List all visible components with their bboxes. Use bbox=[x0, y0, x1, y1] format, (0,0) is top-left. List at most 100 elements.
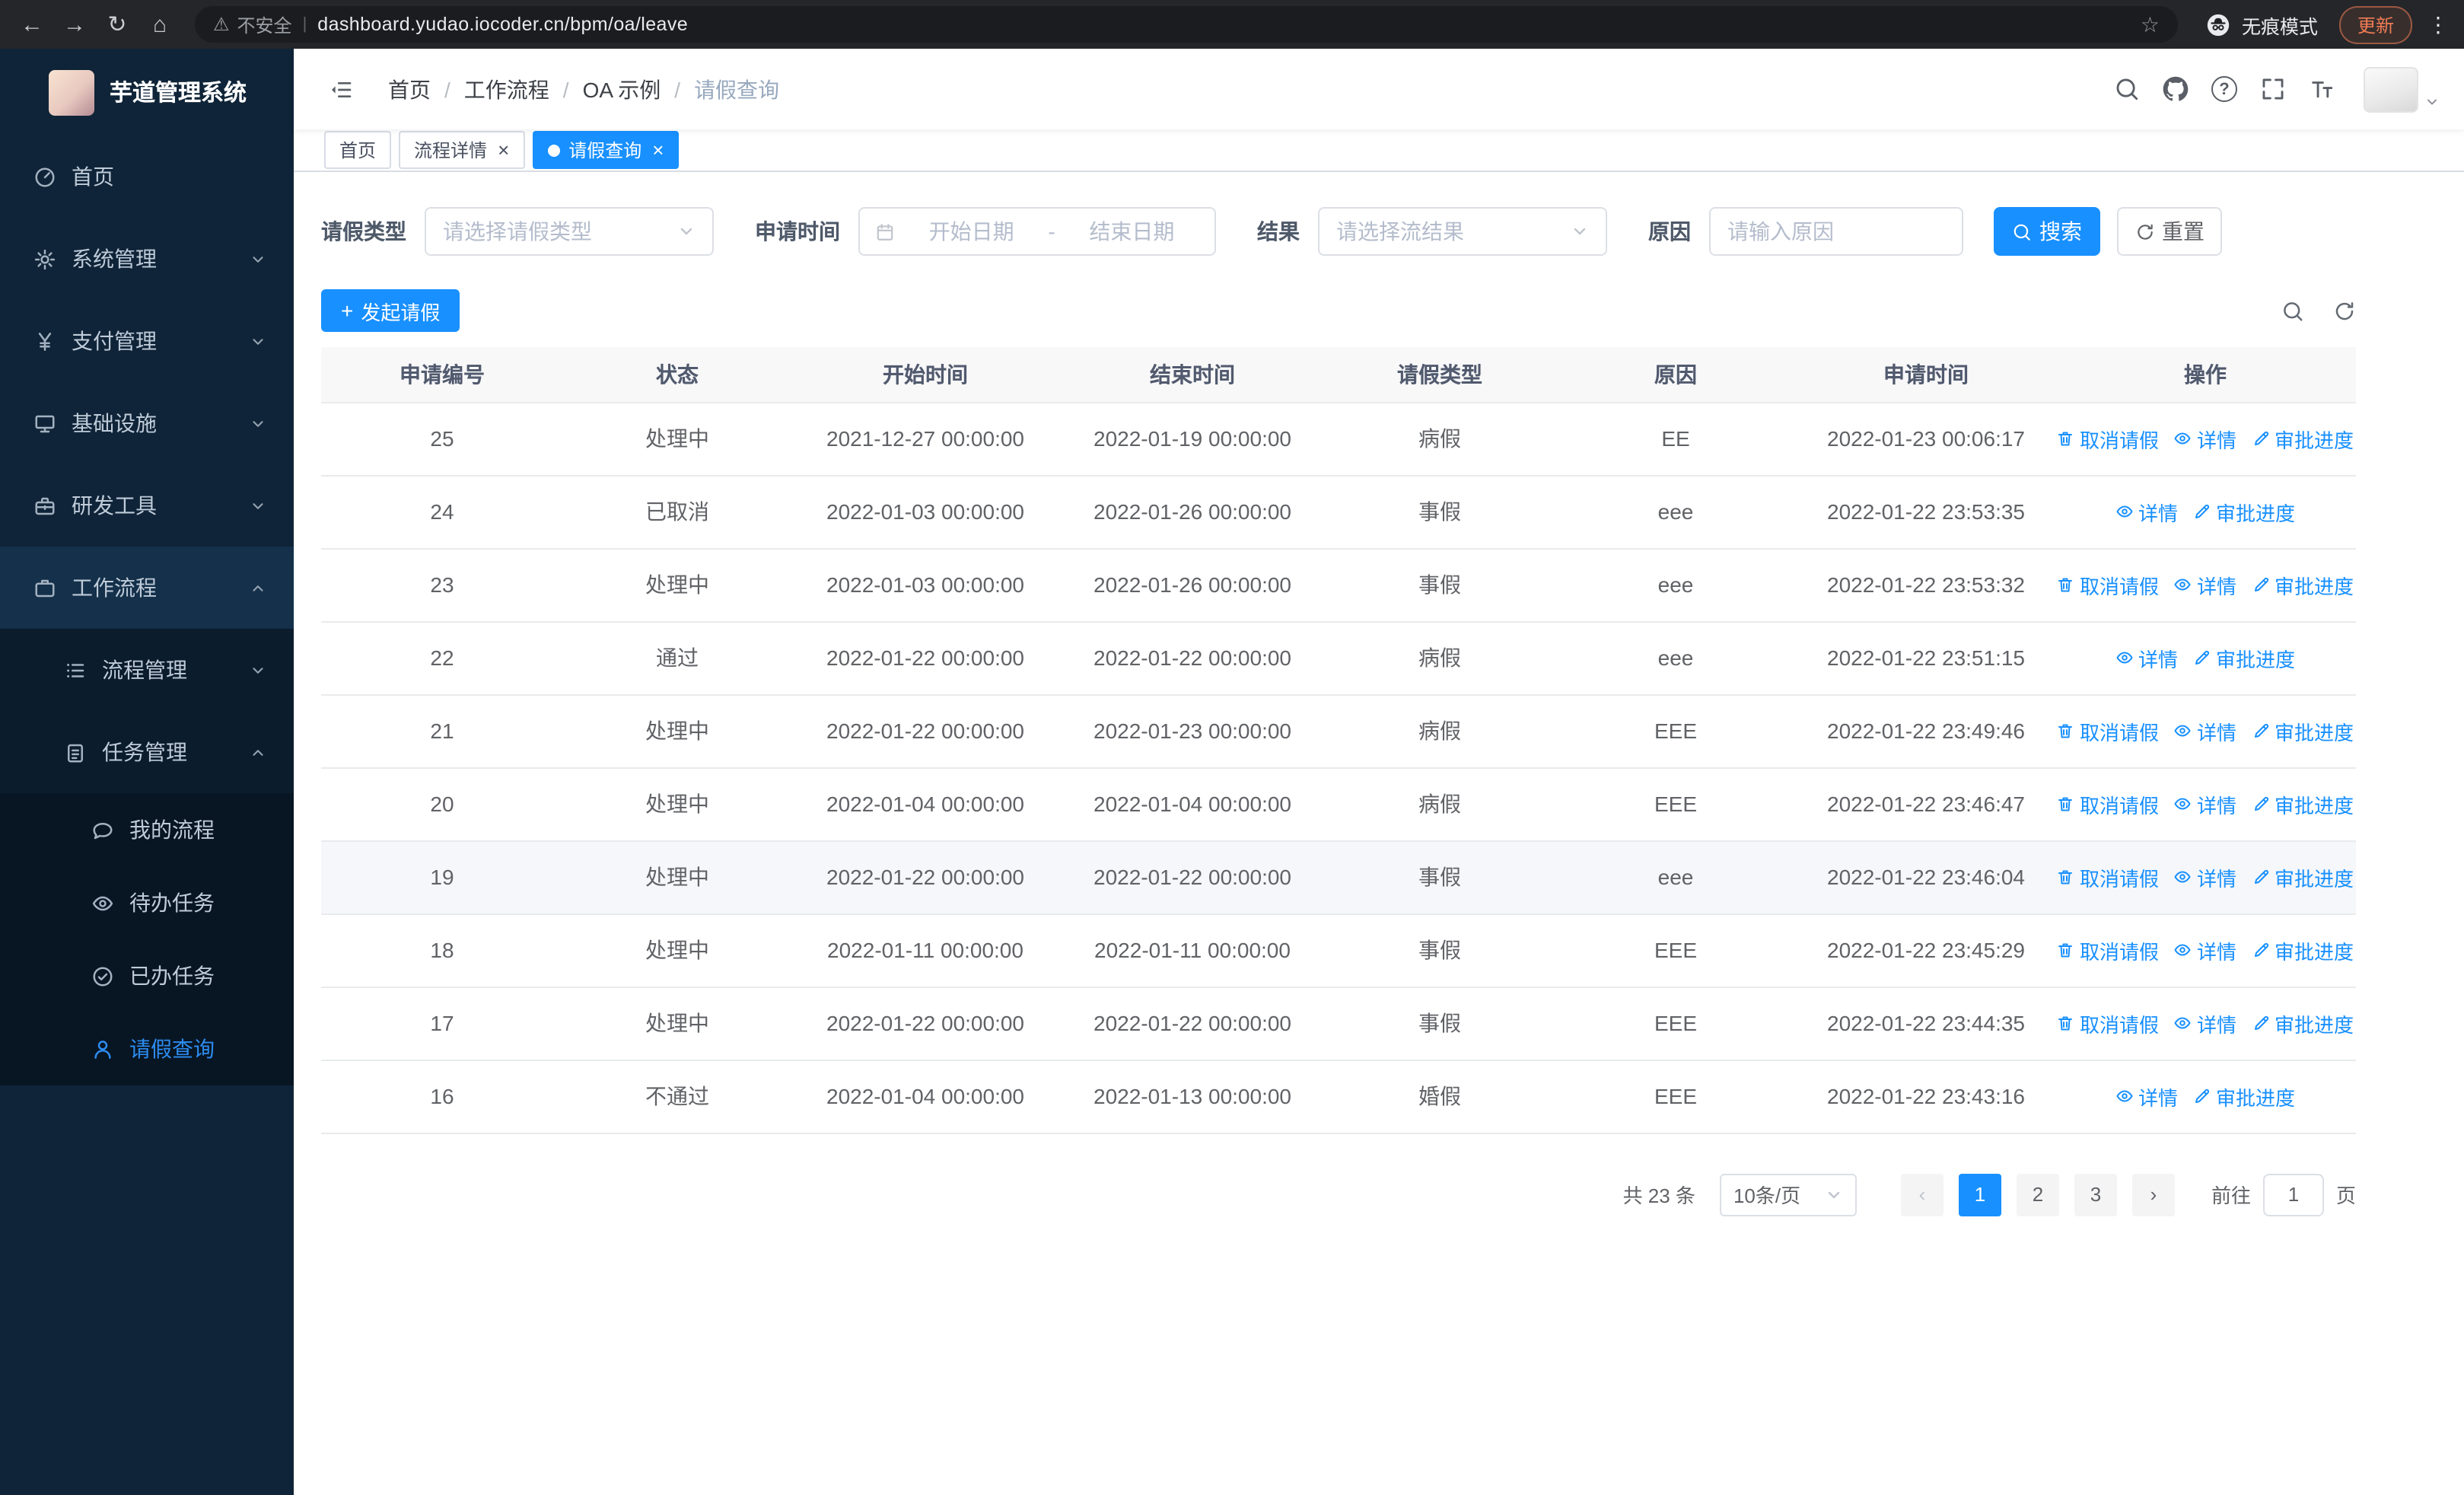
detail-link[interactable]: 详情 bbox=[2174, 936, 2236, 964]
refresh-table-icon[interactable] bbox=[2333, 299, 2356, 322]
cancel-leave-link[interactable]: 取消请假 bbox=[2057, 424, 2159, 453]
audit-progress-link[interactable]: 审批进度 bbox=[2252, 862, 2354, 891]
sidebar-collapse-icon[interactable] bbox=[329, 77, 353, 101]
leave-type-select[interactable]: 请选择请假类型 bbox=[425, 207, 714, 256]
sidebar-item-process-management[interactable]: 流程管理 bbox=[0, 629, 294, 711]
sidebar-item-leave-query[interactable]: 请假查询 bbox=[0, 1012, 294, 1085]
detail-link[interactable]: 详情 bbox=[2174, 789, 2236, 818]
tab-leave-query[interactable]: 请假查询 × bbox=[532, 131, 680, 169]
cell-apply-id: 17 bbox=[321, 987, 563, 1060]
action-label: 审批进度 bbox=[2216, 502, 2296, 524]
page-button-2[interactable]: 2 bbox=[2016, 1173, 2059, 1216]
detail-link[interactable]: 详情 bbox=[2174, 716, 2236, 745]
cell-leave-type: 婚假 bbox=[1326, 1060, 1554, 1133]
font-size-icon[interactable] bbox=[2309, 76, 2335, 102]
cell-reason: EEE bbox=[1554, 913, 1797, 987]
table-row: 25 处理中 2021-12-27 00:00:00 2022-01-19 00:00… bbox=[321, 402, 2356, 476]
cell-start-time: 2022-01-22 00:00:00 bbox=[791, 840, 1059, 914]
action-label: 审批进度 bbox=[2216, 1086, 2296, 1109]
page-button-3[interactable]: 3 bbox=[2074, 1173, 2117, 1216]
fullscreen-icon[interactable] bbox=[2260, 76, 2286, 102]
cancel-leave-link[interactable]: 取消请假 bbox=[2057, 1009, 2159, 1038]
audit-progress-link[interactable]: 审批进度 bbox=[2252, 716, 2354, 745]
audit-progress-link[interactable]: 审批进度 bbox=[2193, 497, 2295, 526]
create-leave-button[interactable]: + 发起请假 bbox=[321, 289, 460, 332]
search-icon[interactable] bbox=[2114, 76, 2140, 102]
tab-process-detail[interactable]: 流程详情 × bbox=[399, 131, 525, 169]
sidebar-item-payment[interactable]: 支付管理 bbox=[0, 300, 294, 382]
audit-progress-link[interactable]: 审批进度 bbox=[2252, 570, 2354, 599]
sidebar-item-system[interactable]: 系统管理 bbox=[0, 218, 294, 300]
tab-home[interactable]: 首页 bbox=[324, 131, 392, 169]
action-label: 详情 bbox=[2196, 721, 2236, 744]
audit-progress-link[interactable]: 审批进度 bbox=[2193, 1082, 2295, 1111]
back-icon[interactable]: ← bbox=[12, 3, 52, 46]
app-logo[interactable]: 芋道管理系统 bbox=[0, 49, 294, 135]
browser-update-button[interactable]: 更新 bbox=[2338, 5, 2412, 43]
audit-progress-link[interactable]: 审批进度 bbox=[2193, 643, 2295, 672]
cancel-leave-link[interactable]: 取消请假 bbox=[2057, 716, 2159, 745]
cell-apply-id: 21 bbox=[321, 694, 563, 768]
bookmark-star-icon[interactable]: ☆ bbox=[2141, 11, 2160, 37]
sidebar-item-devtools[interactable]: 研发工具 bbox=[0, 464, 294, 547]
detail-link[interactable]: 详情 bbox=[2115, 643, 2178, 672]
cell-end-time: 2022-01-26 00:00:00 bbox=[1059, 475, 1326, 549]
result-select[interactable]: 请选择流结果 bbox=[1318, 207, 1607, 256]
security-warning[interactable]: ⚠ 不安全 bbox=[213, 11, 292, 37]
sidebar-item-workflow[interactable]: 工作流程 bbox=[0, 547, 294, 629]
github-icon[interactable] bbox=[2163, 76, 2189, 102]
tab-close-icon[interactable]: × bbox=[652, 140, 664, 160]
cell-apply-id: 18 bbox=[321, 913, 563, 987]
detail-icon bbox=[2174, 1014, 2192, 1032]
sidebar-item-home[interactable]: 首页 bbox=[0, 135, 294, 218]
sidebar-item-task-management[interactable]: 任务管理 bbox=[0, 711, 294, 793]
detail-link[interactable]: 详情 bbox=[2174, 1009, 2236, 1038]
detail-link[interactable]: 详情 bbox=[2174, 424, 2236, 453]
reason-input[interactable] bbox=[1711, 209, 1962, 254]
help-icon[interactable]: ? bbox=[2211, 76, 2237, 102]
cancel-leave-link[interactable]: 取消请假 bbox=[2057, 789, 2159, 818]
chevron-up-icon bbox=[250, 579, 266, 596]
cell-apply-time: 2022-01-22 23:43:16 bbox=[1797, 1060, 2055, 1133]
sidebar-item-done-tasks[interactable]: 已办任务 bbox=[0, 939, 294, 1012]
url-text[interactable]: dashboard.yudao.iocoder.cn/bpm/oa/leave bbox=[317, 14, 2130, 35]
reset-button[interactable]: 重置 bbox=[2117, 207, 2222, 256]
apply-time-range-picker[interactable]: 开始日期 - 结束日期 bbox=[858, 207, 1216, 256]
breadcrumb-item[interactable]: 工作流程 bbox=[464, 74, 549, 104]
sidebar-item-my-process[interactable]: 我的流程 bbox=[0, 793, 294, 866]
progress-icon bbox=[2252, 429, 2270, 448]
cancel-leave-link[interactable]: 取消请假 bbox=[2057, 570, 2159, 599]
user-avatar-menu[interactable] bbox=[2364, 66, 2440, 112]
action-label: 详情 bbox=[2196, 940, 2236, 963]
tab-close-icon[interactable]: × bbox=[498, 140, 509, 160]
detail-link[interactable]: 详情 bbox=[2174, 862, 2236, 891]
address-bar[interactable]: ⚠ 不安全 | dashboard.yudao.iocoder.cn/bpm/o… bbox=[195, 6, 2178, 43]
sidebar-item-todo-tasks[interactable]: 待办任务 bbox=[0, 866, 294, 939]
toggle-search-icon[interactable] bbox=[2281, 299, 2304, 322]
sidebar-item-infrastructure[interactable]: 基础设施 bbox=[0, 382, 294, 464]
forward-icon[interactable]: → bbox=[55, 3, 94, 46]
detail-link[interactable]: 详情 bbox=[2174, 570, 2236, 599]
detail-link[interactable]: 详情 bbox=[2115, 497, 2178, 526]
cell-start-time: 2022-01-04 00:00:00 bbox=[791, 1060, 1059, 1133]
audit-progress-link[interactable]: 审批进度 bbox=[2252, 424, 2354, 453]
browser-menu-icon[interactable]: ⋮ bbox=[2424, 11, 2452, 37]
reload-icon[interactable]: ↻ bbox=[97, 3, 137, 46]
breadcrumb-item[interactable]: 首页 bbox=[388, 74, 431, 104]
cell-end-time: 2022-01-04 00:00:00 bbox=[1059, 767, 1326, 841]
prev-page-button[interactable]: ‹ bbox=[1900, 1173, 1944, 1216]
audit-progress-link[interactable]: 审批进度 bbox=[2252, 1009, 2354, 1038]
breadcrumb-item[interactable]: OA 示例 bbox=[583, 74, 661, 104]
goto-page-input[interactable] bbox=[2262, 1173, 2324, 1216]
home-icon[interactable]: ⌂ bbox=[140, 3, 180, 46]
search-button[interactable]: 搜索 bbox=[1994, 207, 2100, 256]
page-size-select[interactable]: 10条/页 bbox=[1719, 1173, 1857, 1216]
audit-progress-link[interactable]: 审批进度 bbox=[2252, 936, 2354, 964]
cell-end-time: 2022-01-19 00:00:00 bbox=[1059, 402, 1326, 476]
next-page-button[interactable]: › bbox=[2131, 1173, 2175, 1216]
cancel-leave-link[interactable]: 取消请假 bbox=[2057, 862, 2159, 891]
audit-progress-link[interactable]: 审批进度 bbox=[2252, 789, 2354, 818]
detail-link[interactable]: 详情 bbox=[2115, 1082, 2178, 1111]
cancel-leave-link[interactable]: 取消请假 bbox=[2057, 936, 2159, 964]
page-button-1[interactable]: 1 bbox=[1958, 1173, 2001, 1216]
